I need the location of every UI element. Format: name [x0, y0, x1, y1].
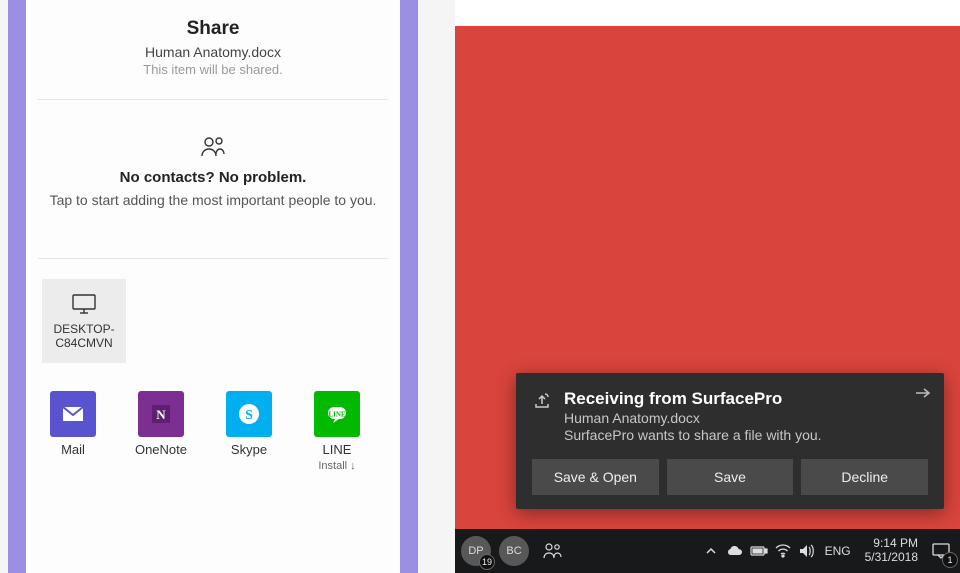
- skype-icon: S: [226, 391, 272, 437]
- no-contacts-block[interactable]: No contacts? No problem. Tap to start ad…: [38, 100, 388, 259]
- app-label-line: LINE Install ↓: [318, 443, 355, 473]
- app-tile-line[interactable]: LINE LINE Install ↓: [308, 391, 366, 473]
- no-contacts-heading: No contacts? No problem.: [46, 169, 380, 186]
- app-tile-onenote[interactable]: N OneNote: [132, 391, 190, 458]
- clock-time: 9:14 PM: [865, 537, 918, 551]
- taskbar: DP 19 BC ENG: [455, 529, 960, 573]
- onedrive-tray-icon[interactable]: [723, 545, 747, 557]
- clock[interactable]: 9:14 PM 5/31/2018: [857, 537, 926, 565]
- svg-text:S: S: [245, 408, 253, 423]
- tray-chevron-icon[interactable]: [699, 545, 723, 557]
- desktop-background: Receiving from SurfacePro Human Anatomy.…: [455, 0, 960, 573]
- share-title: Share: [38, 18, 388, 40]
- share-card: Share Human Anatomy.docx This item will …: [26, 0, 400, 573]
- taskbar-contact-1[interactable]: DP 19: [461, 536, 491, 566]
- nearby-share-toast: Receiving from SurfacePro Human Anatomy.…: [516, 373, 944, 509]
- no-contacts-sub: Tap to start adding the most important p…: [46, 192, 380, 208]
- app-label-mail: Mail: [61, 443, 85, 458]
- decline-button[interactable]: Decline: [801, 459, 928, 495]
- app-tile-mail[interactable]: Mail: [44, 391, 102, 458]
- top-window-edge: [455, 0, 960, 26]
- people-icon: [200, 136, 226, 163]
- app-label-line-name: LINE: [323, 442, 352, 457]
- app-install-hint: Install ↓: [318, 460, 355, 472]
- taskbar-contact-1-badge: 19: [479, 554, 495, 570]
- nearby-share-icon: [532, 391, 552, 416]
- toast-dismiss-button[interactable]: [914, 383, 932, 404]
- action-center-badge: 1: [942, 552, 958, 568]
- toast-filename: Human Anatomy.docx: [564, 410, 822, 426]
- toast-actions-row: Save & Open Save Decline: [532, 459, 928, 495]
- people-taskbar-icon[interactable]: [537, 542, 567, 560]
- share-apps-row: Mail N OneNote S: [38, 373, 388, 477]
- monitor-icon: [71, 293, 97, 318]
- line-icon: LINE: [314, 391, 360, 437]
- taskbar-contact-2[interactable]: BC: [499, 536, 529, 566]
- nearby-device-name: DESKTOP-C84CMVN: [42, 322, 126, 350]
- svg-text:N: N: [156, 407, 166, 422]
- nearby-devices-row: DESKTOP-C84CMVN: [38, 259, 388, 373]
- nearby-device-tile[interactable]: DESKTOP-C84CMVN: [42, 279, 126, 363]
- volume-tray-icon[interactable]: [795, 544, 819, 558]
- app-label-skype: Skype: [231, 443, 267, 458]
- mail-icon: [50, 391, 96, 437]
- clock-date: 5/31/2018: [865, 551, 918, 565]
- share-pane-background: Share Human Anatomy.docx This item will …: [8, 0, 418, 573]
- language-indicator[interactable]: ENG: [819, 544, 857, 558]
- toast-title: Receiving from SurfacePro: [564, 389, 822, 409]
- onenote-icon: N: [138, 391, 184, 437]
- save-and-open-button[interactable]: Save & Open: [532, 459, 659, 495]
- action-center-button[interactable]: 1: [926, 536, 956, 566]
- save-button[interactable]: Save: [667, 459, 794, 495]
- toast-message: SurfacePro wants to share a file with yo…: [564, 427, 822, 443]
- taskbar-contact-2-initials: BC: [506, 545, 521, 557]
- svg-text:LINE: LINE: [328, 411, 345, 419]
- share-filename: Human Anatomy.docx: [38, 44, 388, 60]
- battery-tray-icon[interactable]: [747, 545, 771, 557]
- wifi-tray-icon[interactable]: [771, 544, 795, 558]
- app-tile-skype[interactable]: S Skype: [220, 391, 278, 458]
- app-label-onenote: OneNote: [135, 443, 187, 458]
- share-note: This item will be shared.: [38, 62, 388, 100]
